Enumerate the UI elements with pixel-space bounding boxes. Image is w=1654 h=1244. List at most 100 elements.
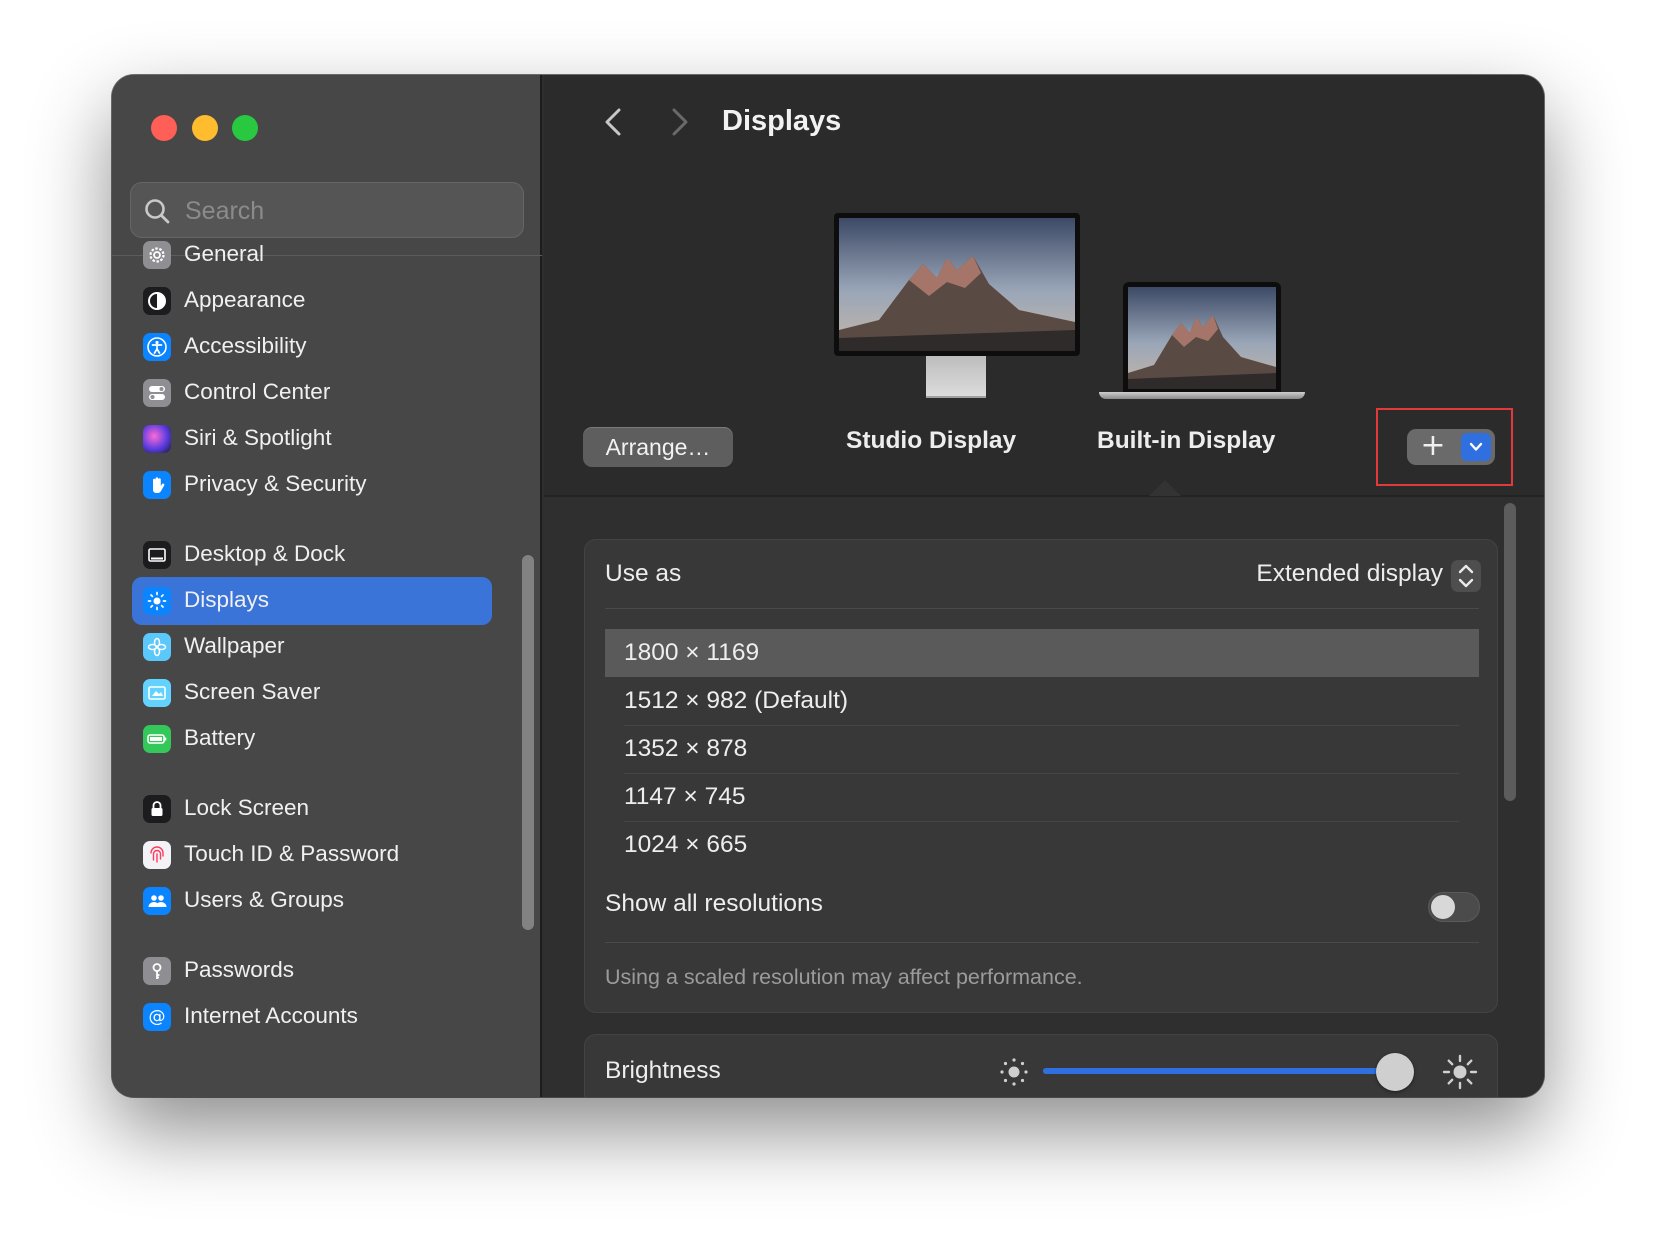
brightness-slider-fill	[1043, 1068, 1395, 1074]
use-as-popup[interactable]: Extended display	[1256, 560, 1443, 588]
sidebar-item-accessibility[interactable]: Accessibility	[132, 323, 492, 371]
sidebar-item-desktop-dock[interactable]: Desktop & Dock	[132, 531, 492, 579]
content-scrollbar[interactable]	[1504, 503, 1516, 801]
resolution-row[interactable]: 1352 × 878	[605, 725, 1479, 773]
add-display-button[interactable]: +	[1407, 429, 1495, 465]
sidebar-item-label: Touch ID & Password	[184, 841, 400, 866]
brightness-label: Brightness	[605, 1057, 721, 1084]
mountain-wallpaper-image	[839, 218, 1075, 351]
laptop-notch	[1194, 282, 1210, 286]
sidebar-item-lock-screen[interactable]: Lock Screen	[132, 785, 492, 833]
settings-window: Search General Appearance Accessibility	[112, 75, 1544, 1097]
sidebar-item-users-groups[interactable]: Users & Groups	[132, 877, 492, 925]
show-all-resolutions-label: Show all resolutions	[605, 890, 823, 917]
search-field[interactable]: Search	[130, 182, 524, 238]
sidebar-item-screen-saver[interactable]: Screen Saver	[132, 669, 492, 717]
search-icon	[145, 199, 170, 224]
sidebar-item-label: Battery	[184, 725, 256, 750]
scaled-resolution-note: Using a scaled resolution may affect per…	[605, 965, 1083, 989]
fingerprint-icon	[143, 841, 171, 869]
sidebar-item-label: Screen Saver	[184, 679, 321, 704]
add-display-highlight: +	[1376, 408, 1513, 486]
sun-icon	[143, 587, 171, 615]
accessibility-icon	[143, 333, 171, 361]
sidebar-item-label: Lock Screen	[184, 795, 310, 820]
sidebar-item-passwords[interactable]: Passwords	[132, 947, 492, 995]
resolution-row[interactable]: 1800 × 1169	[605, 629, 1479, 677]
resolution-label: 1512 × 982 (Default)	[624, 687, 849, 714]
sidebar-item-internet-accounts[interactable]: @ Internet Accounts	[132, 993, 492, 1041]
sidebar-item-label: General	[184, 241, 265, 266]
sidebar-item-control-center[interactable]: Control Center	[132, 369, 492, 417]
plus-icon[interactable]: +	[1407, 429, 1459, 465]
sidebar: Search General Appearance Accessibility	[112, 75, 542, 1097]
card-divider	[605, 608, 1479, 609]
at-sign-icon: @	[143, 1003, 171, 1031]
sidebar-item-label: Desktop & Dock	[184, 541, 346, 566]
battery-icon	[143, 725, 171, 753]
studio-display-screen	[834, 213, 1080, 356]
page-title: Displays	[722, 105, 842, 137]
show-all-resolutions-toggle[interactable]	[1428, 892, 1480, 922]
resolution-card: Use as Extended display 1800 × 1169 1512…	[584, 539, 1498, 1013]
users-icon	[143, 887, 171, 915]
brightness-slider-track[interactable]	[1043, 1068, 1413, 1074]
arrange-button[interactable]: Arrange…	[583, 427, 733, 467]
sidebar-item-privacy-security[interactable]: Privacy & Security	[132, 461, 492, 509]
forward-chevron-icon[interactable]	[664, 105, 694, 139]
brightness-slider-knob[interactable]	[1375, 1053, 1414, 1091]
sidebar-item-label: Passwords	[184, 957, 295, 982]
screen-saver-icon	[143, 679, 171, 707]
settings-content: Use as Extended display 1800 × 1169 1512…	[544, 497, 1544, 1097]
use-as-label: Use as	[605, 560, 682, 587]
sidebar-item-label: Siri & Spotlight	[184, 425, 332, 450]
sidebar-item-label: Accessibility	[184, 333, 307, 358]
sidebar-item-appearance[interactable]: Appearance	[132, 277, 492, 325]
resolution-label: 1024 × 665	[624, 831, 748, 858]
sidebar-item-siri-spotlight[interactable]: Siri & Spotlight	[132, 415, 492, 463]
sidebar-item-label: Control Center	[184, 379, 331, 404]
built-in-display-label[interactable]: Built-in Display	[1097, 427, 1275, 455]
siri-icon	[143, 425, 171, 453]
resolution-row[interactable]: 1024 × 665	[605, 821, 1479, 869]
resolution-row[interactable]: 1512 × 982 (Default)	[605, 677, 1479, 725]
sidebar-item-label: Appearance	[184, 287, 306, 312]
studio-display-stand	[926, 356, 986, 398]
minimize-window-button[interactable]	[192, 115, 218, 141]
sidebar-scrollbar[interactable]	[522, 555, 534, 930]
lock-icon	[143, 795, 171, 823]
sidebar-item-general[interactable]: General	[132, 231, 492, 279]
card-divider	[605, 942, 1479, 943]
hand-icon	[143, 471, 171, 499]
mountain-wallpaper-image	[1128, 287, 1276, 389]
sun-large-icon	[1442, 1054, 1478, 1090]
studio-display-label[interactable]: Studio Display	[846, 427, 1016, 455]
wallpaper-icon	[143, 633, 171, 661]
key-icon	[143, 957, 171, 985]
resolution-label: 1147 × 745	[624, 783, 746, 810]
sun-small-icon	[1000, 1058, 1028, 1086]
selected-display-pointer	[1149, 480, 1181, 496]
main-pane: Displays Arrange… Studio Display Built-i…	[544, 75, 1544, 1097]
resolution-label: 1352 × 878	[624, 735, 748, 762]
toggle-knob	[1431, 895, 1455, 919]
back-chevron-icon[interactable]	[599, 105, 629, 139]
resolution-row[interactable]: 1147 × 745	[605, 773, 1479, 821]
sidebar-item-displays[interactable]: Displays	[132, 577, 492, 625]
sidebar-item-touch-id-password[interactable]: Touch ID & Password	[132, 831, 492, 879]
search-placeholder: Search	[185, 197, 265, 225]
chevron-down-icon[interactable]	[1461, 433, 1491, 461]
sidebar-item-wallpaper[interactable]: Wallpaper	[132, 623, 492, 671]
sidebar-item-label: Displays	[184, 587, 270, 612]
dock-icon	[143, 541, 171, 569]
resolution-label: 1800 × 1169	[624, 639, 760, 666]
sidebar-item-battery[interactable]: Battery	[132, 715, 492, 763]
up-down-chevron-icon[interactable]	[1451, 560, 1481, 592]
built-in-display-screen	[1123, 282, 1281, 392]
zoom-window-button[interactable]	[232, 115, 258, 141]
sidebar-item-label: Internet Accounts	[184, 1003, 358, 1028]
close-window-button[interactable]	[151, 115, 177, 141]
sidebar-item-label: Users & Groups	[184, 887, 345, 912]
gear-icon	[143, 241, 171, 269]
sidebar-item-label: Wallpaper	[184, 633, 285, 658]
